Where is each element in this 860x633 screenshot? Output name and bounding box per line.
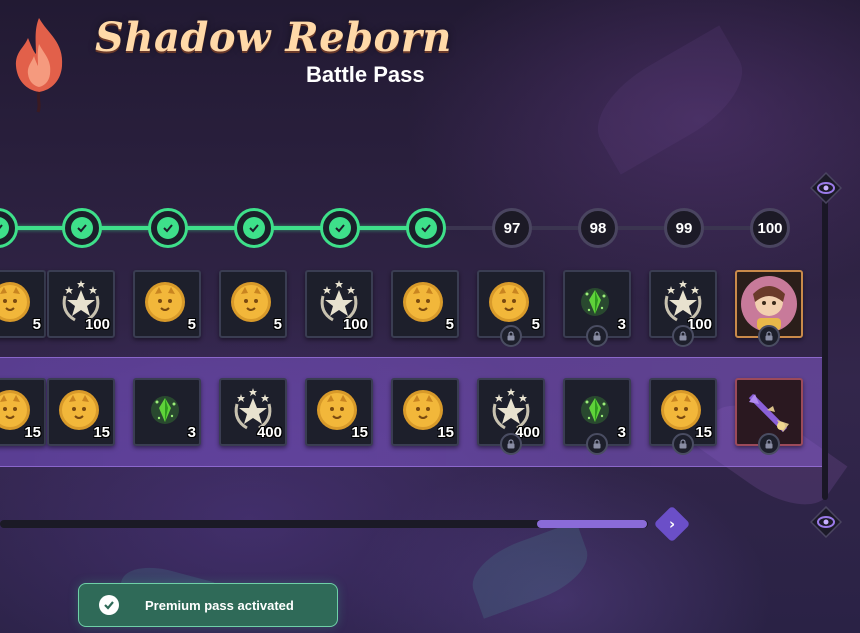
premium-reward-card[interactable]: 400 — [477, 378, 545, 455]
background-leaf — [580, 25, 760, 175]
premium-activated-toast: Premium pass activated — [78, 583, 338, 627]
toast-message: Premium pass activated — [145, 597, 294, 613]
reward-quantity: 5 — [187, 316, 196, 333]
lock-icon — [758, 433, 780, 455]
level-node-completed — [406, 208, 446, 248]
level-node-completed — [62, 208, 102, 248]
premium-reward-card[interactable]: 15 — [391, 378, 459, 446]
premium-reward-card[interactable]: 3 — [563, 378, 631, 455]
level-node-completed — [320, 208, 360, 248]
check-icon — [329, 217, 351, 239]
premium-reward-card[interactable]: 15 — [649, 378, 717, 455]
check-icon — [0, 217, 9, 239]
free-reward-card[interactable]: 5 — [391, 270, 459, 338]
lock-icon — [758, 325, 780, 347]
free-reward-card[interactable]: 5 — [219, 270, 287, 338]
reward-quantity: 100 — [84, 316, 110, 333]
level-node-completed — [234, 208, 274, 248]
reward-quantity: 15 — [695, 424, 712, 441]
chevron-right-icon: › — [668, 515, 676, 533]
reward-quantity: 5 — [531, 316, 540, 333]
reward-quantity: 15 — [24, 424, 41, 441]
free-reward-card[interactable]: 100 — [649, 270, 717, 347]
level-node-97: 97 — [492, 208, 532, 248]
battle-pass-subtitle: Battle Pass — [306, 62, 425, 87]
premium-reward-card[interactable]: 15 — [0, 378, 46, 446]
premium-reward-card[interactable]: 400 — [219, 378, 287, 446]
free-reward-card[interactable] — [735, 270, 803, 347]
reward-quantity: 5 — [273, 316, 282, 333]
level-node-98: 98 — [578, 208, 618, 248]
premium-reward-card[interactable] — [735, 378, 803, 455]
free-reward-card[interactable]: 5 — [0, 270, 46, 338]
free-reward-card[interactable]: 5 — [133, 270, 201, 338]
game-title: Shadow Reborn — [95, 14, 452, 61]
lock-icon — [672, 325, 694, 347]
free-reward-card[interactable]: 100 — [305, 270, 373, 338]
lock-icon — [672, 433, 694, 455]
scroll-down-portal-icon[interactable] — [810, 506, 842, 538]
level-node-completed — [148, 208, 188, 248]
reward-quantity: 100 — [342, 316, 368, 333]
lock-icon — [586, 325, 608, 347]
free-reward-card[interactable]: 3 — [563, 270, 631, 347]
level-node-completed — [0, 208, 18, 248]
lock-icon — [586, 433, 608, 455]
reward-quantity: 15 — [437, 424, 454, 441]
level-node-99: 99 — [664, 208, 704, 248]
reward-quantity: 15 — [93, 424, 110, 441]
free-reward-card[interactable]: 100 — [47, 270, 115, 338]
vertical-scrollbar[interactable] — [822, 200, 828, 500]
check-icon — [243, 217, 265, 239]
lock-icon — [500, 433, 522, 455]
reward-quantity: 3 — [617, 316, 626, 333]
premium-reward-card[interactable]: 3 — [133, 378, 201, 446]
premium-reward-card[interactable]: 15 — [305, 378, 373, 446]
check-icon — [415, 217, 437, 239]
level-node-100: 100 — [750, 208, 790, 248]
reward-quantity: 3 — [617, 424, 626, 441]
reward-quantity: 5 — [32, 316, 41, 333]
free-reward-card[interactable]: 5 — [477, 270, 545, 347]
flame-logo-icon — [15, 18, 63, 113]
reward-quantity: 400 — [256, 424, 282, 441]
check-icon — [157, 217, 179, 239]
lock-icon — [500, 325, 522, 347]
scroll-up-portal-icon[interactable] — [810, 172, 842, 204]
background-leaf — [463, 521, 597, 619]
scroll-next-button[interactable]: › — [653, 505, 691, 543]
check-icon — [71, 217, 93, 239]
check-icon — [99, 595, 119, 615]
reward-quantity: 15 — [351, 424, 368, 441]
horizontal-scroll-thumb[interactable] — [537, 520, 647, 528]
reward-quantity: 5 — [445, 316, 454, 333]
premium-reward-card[interactable]: 15 — [47, 378, 115, 446]
reward-quantity: 3 — [187, 424, 196, 441]
